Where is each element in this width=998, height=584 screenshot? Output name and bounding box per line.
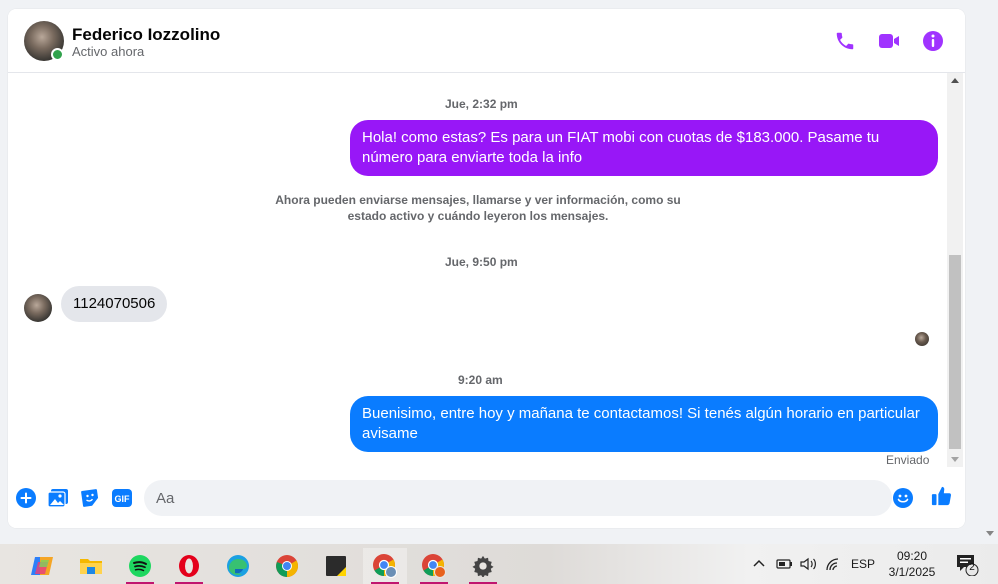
chrome-profile-window-icon[interactable]	[363, 548, 407, 584]
like-thumbs-up-icon[interactable]	[931, 485, 953, 507]
sender-avatar[interactable]	[24, 294, 52, 322]
wifi-network-icon[interactable]	[825, 552, 841, 576]
message-input[interactable]	[144, 480, 892, 516]
notification-count-badge: 2	[969, 562, 975, 573]
video-call-icon[interactable]	[877, 29, 901, 53]
show-hidden-icons-chevron-up-icon[interactable]	[752, 552, 766, 576]
timestamp: 9:20 am	[458, 373, 503, 387]
gif-label: GIF	[115, 494, 131, 504]
notification-center-icon[interactable]: 2	[955, 552, 979, 576]
opera-browser-icon[interactable]	[167, 548, 211, 584]
scroll-up-arrow-icon[interactable]	[951, 78, 959, 83]
delivery-status: Enviado	[886, 453, 930, 467]
page-scroll-down-arrow-icon[interactable]	[986, 531, 994, 536]
sent-message-bubble[interactable]: Hola! como estas? Es para un FIAT mobi c…	[350, 120, 938, 176]
clock-time: 09:20	[896, 549, 928, 563]
contact-name[interactable]: Federico Iozzolino	[72, 25, 220, 45]
copilot-app-icon[interactable]	[20, 548, 64, 584]
keyboard-language-indicator[interactable]: ESP	[851, 552, 875, 576]
file-explorer-icon[interactable]	[69, 548, 113, 584]
clock-date: 3/1/2025	[888, 565, 936, 579]
system-clock[interactable]: 09:20 3/1/2025	[882, 548, 942, 580]
message-scrollbar[interactable]	[947, 73, 963, 467]
photo-gallery-icon[interactable]	[47, 487, 69, 509]
chrome-browser-icon[interactable]	[265, 548, 309, 584]
system-notice: Ahora pueden enviarse mensajes, llamarse…	[275, 193, 681, 223]
contact-status: Activo ahora	[72, 44, 145, 59]
scrollbar-thumb[interactable]	[949, 255, 961, 449]
gif-icon[interactable]: GIF	[111, 487, 133, 509]
message-list[interactable]: Jue, 2:32 pm Hola! como estas? Es para u…	[8, 73, 945, 473]
sent-message-bubble[interactable]: Buenisimo, entre hoy y mañana te contact…	[350, 396, 938, 452]
message-composer: GIF	[8, 473, 965, 528]
chrome-profile-2-icon[interactable]	[412, 548, 456, 584]
scroll-down-arrow-icon[interactable]	[951, 457, 959, 462]
info-icon[interactable]	[921, 29, 945, 53]
battery-plugged-icon[interactable]	[775, 552, 793, 576]
speaker-volume-icon[interactable]	[800, 552, 818, 576]
timestamp: Jue, 9:50 pm	[445, 255, 518, 269]
sticker-icon[interactable]	[79, 487, 101, 509]
timestamp: Jue, 2:32 pm	[445, 97, 518, 111]
sticky-notes-icon[interactable]	[314, 548, 358, 584]
settings-gear-icon[interactable]	[461, 548, 505, 584]
edge-browser-icon[interactable]	[216, 548, 260, 584]
chat-header: Federico Iozzolino Activo ahora	[8, 9, 965, 73]
chat-window: Federico Iozzolino Activo ahora Jue, 2:3…	[8, 9, 965, 528]
received-message-bubble[interactable]: 1124070506	[61, 286, 168, 322]
windows-taskbar: ESP 09:20 3/1/2025 2	[0, 544, 998, 584]
add-plus-icon[interactable]	[15, 487, 37, 509]
spotify-app-icon[interactable]	[118, 548, 162, 584]
emoji-icon[interactable]	[892, 487, 914, 509]
read-receipt-avatar	[915, 332, 929, 346]
online-indicator	[51, 48, 64, 61]
phone-call-icon[interactable]	[833, 29, 857, 53]
